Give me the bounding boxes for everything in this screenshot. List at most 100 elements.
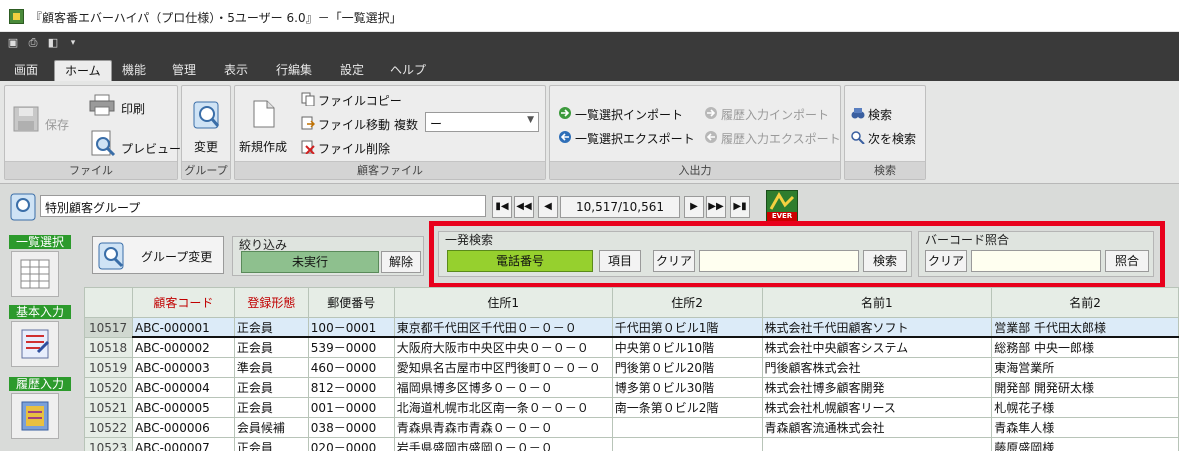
column-header[interactable]: 郵便番号 xyxy=(307,287,395,318)
cell[interactable]: 812－0000 xyxy=(307,377,395,398)
column-header[interactable]: 住所1 xyxy=(393,287,613,318)
cell[interactable]: 門後顧客株式会社 xyxy=(761,357,993,378)
cell[interactable] xyxy=(611,437,763,451)
cell[interactable]: 大阪府大阪市中央区中央０－０－０ xyxy=(393,337,613,358)
save-button[interactable]: 保存 xyxy=(45,116,69,133)
table-row[interactable]: 10522 ABC-000006 会員候補 038－0000 青森県青森市青森０… xyxy=(84,417,1179,438)
cell[interactable]: 北海道札幌市北区南一条０－０－０ xyxy=(393,397,613,418)
cell[interactable]: 正会員 xyxy=(233,437,309,451)
list-import-button[interactable]: 一覧選択インポート xyxy=(575,106,683,123)
cell[interactable] xyxy=(611,417,763,438)
cell[interactable]: 博多第０ビル30階 xyxy=(611,377,763,398)
prev-record-button[interactable]: ◀ xyxy=(538,196,558,218)
cell[interactable]: 青森顧客流通株式会社 xyxy=(761,417,993,438)
table-row[interactable]: 10518 ABC-000002 正会員 539－0000 大阪府大阪市中央区中… xyxy=(84,337,1179,358)
column-header[interactable]: 顧客コード xyxy=(131,287,235,318)
tab-manage[interactable]: 管理 xyxy=(162,60,206,81)
tab-screen[interactable]: 画面 xyxy=(4,60,48,81)
cell[interactable]: 539－0000 xyxy=(307,337,395,358)
tab-function[interactable]: 機能 xyxy=(112,60,156,81)
column-header[interactable]: 住所2 xyxy=(611,287,763,318)
history-export-button[interactable]: 履歴入力エクスポート xyxy=(721,130,841,147)
cell[interactable]: ABC-000001 xyxy=(131,317,235,338)
cell[interactable]: 100－0001 xyxy=(307,317,395,338)
cell[interactable]: 千代田第０ビル1階 xyxy=(611,317,763,338)
ever-logo-icon[interactable]: EVER xyxy=(766,190,798,222)
cell[interactable]: 正会員 xyxy=(233,397,309,418)
find-next-button[interactable]: 次を検索 xyxy=(868,130,916,147)
column-header[interactable]: 名前1 xyxy=(761,287,993,318)
cell[interactable]: 会員候補 xyxy=(233,417,309,438)
cell[interactable]: 460－0000 xyxy=(307,357,395,378)
cell[interactable]: 正会員 xyxy=(233,317,309,338)
preview-qat-icon[interactable]: ◧ xyxy=(46,36,60,50)
cell[interactable]: 岩手県盛岡市盛岡０－０－０ xyxy=(393,437,613,451)
save-qat-icon[interactable]: ▣ xyxy=(6,36,20,50)
cell[interactable]: 門後第０ビル20階 xyxy=(611,357,763,378)
cell[interactable]: 営業部 千代田太郎様 xyxy=(991,317,1179,338)
cell[interactable]: ABC-000006 xyxy=(131,417,235,438)
history-input-icon[interactable] xyxy=(11,393,59,439)
cell[interactable]: 001－0000 xyxy=(307,397,395,418)
tab-row-edit[interactable]: 行編集 xyxy=(266,60,322,81)
print-button[interactable]: 印刷 xyxy=(121,100,145,117)
filter-clear-button[interactable]: 解除 xyxy=(381,251,421,273)
tab-home[interactable]: ホーム xyxy=(54,60,112,81)
cell[interactable]: 藤原盛岡様 xyxy=(991,437,1179,451)
first-record-button[interactable]: ▮◀ xyxy=(492,196,512,218)
table-row[interactable]: 10523 ABC-000007 正会員 020－0000 岩手県盛岡市盛岡０－… xyxy=(84,437,1179,451)
cell[interactable]: 株式会社中央顧客システム xyxy=(761,337,993,358)
cell[interactable]: ABC-000005 xyxy=(131,397,235,418)
qat-dropdown-icon[interactable]: ▾ xyxy=(66,36,80,50)
cell[interactable]: 株式会社博多顧客開発 xyxy=(761,377,993,398)
cell[interactable]: 038－0000 xyxy=(307,417,395,438)
cell[interactable]: 020－0000 xyxy=(307,437,395,451)
cell[interactable]: 愛知県名古屋市中区門後町０－０－０ xyxy=(393,357,613,378)
cell[interactable]: 総務部 中央一郎様 xyxy=(991,337,1179,358)
cell[interactable]: 中央第０ビル10階 xyxy=(611,337,763,358)
sidebar-item-history-input-label[interactable]: 履歴入力 xyxy=(9,377,71,391)
column-header[interactable]: 登録形態 xyxy=(233,287,309,318)
next-page-button[interactable]: ▶▶ xyxy=(706,196,726,218)
cell[interactable]: 株式会社札幌顧客リース xyxy=(761,397,993,418)
table-row[interactable]: 10521 ABC-000005 正会員 001－0000 北海道札幌市北区南一… xyxy=(84,397,1179,418)
cell[interactable]: 東海営業所 xyxy=(991,357,1179,378)
cell[interactable]: 正会員 xyxy=(233,377,309,398)
history-import-button[interactable]: 履歴入力インポート xyxy=(721,106,829,123)
print-qat-icon[interactable]: ⎙ xyxy=(26,36,40,50)
list-export-button[interactable]: 一覧選択エクスポート xyxy=(575,130,695,147)
file-delete-button[interactable]: ファイル削除 xyxy=(318,140,390,157)
file-move-button[interactable]: ファイル移動 xyxy=(318,116,390,133)
prev-page-button[interactable]: ◀◀ xyxy=(514,196,534,218)
column-header[interactable]: 名前2 xyxy=(991,287,1179,318)
preview-button[interactable]: プレビュー xyxy=(121,140,181,157)
next-record-button[interactable]: ▶ xyxy=(684,196,704,218)
tab-help[interactable]: ヘルプ xyxy=(380,60,436,81)
group-change-panel-button[interactable]: グループ変更 xyxy=(92,236,224,274)
tab-settings[interactable]: 設定 xyxy=(330,60,374,81)
cell[interactable]: ABC-000002 xyxy=(131,337,235,358)
list-select-icon[interactable] xyxy=(11,251,59,297)
cell[interactable]: ABC-000003 xyxy=(131,357,235,378)
cell[interactable]: ABC-000007 xyxy=(131,437,235,451)
find-button[interactable]: 検索 xyxy=(868,106,892,123)
cell[interactable]: 株式会社千代田顧客ソフト xyxy=(761,317,993,338)
cell[interactable]: 札幌花子様 xyxy=(991,397,1179,418)
group-change-button[interactable]: 変更 xyxy=(194,138,218,155)
tab-view[interactable]: 表示 xyxy=(214,60,258,81)
last-record-button[interactable]: ▶▮ xyxy=(730,196,750,218)
multiple-select[interactable]: ー ▼ xyxy=(425,112,539,132)
cell[interactable] xyxy=(761,437,993,451)
table-row[interactable]: 10520 ABC-000004 正会員 812－0000 福岡県博多区博多０－… xyxy=(84,377,1179,398)
table-row[interactable]: 10517 ABC-000001 正会員 100－0001 東京都千代田区千代田… xyxy=(84,317,1179,338)
sidebar-item-list-select-label[interactable]: 一覧選択 xyxy=(9,235,71,249)
new-file-button[interactable]: 新規作成 xyxy=(239,138,287,155)
cell[interactable]: 準会員 xyxy=(233,357,309,378)
cell[interactable]: 開発部 開発研太様 xyxy=(991,377,1179,398)
file-copy-button[interactable]: ファイルコピー xyxy=(318,92,402,109)
cell[interactable]: 青森県青森市青森０－０－０ xyxy=(393,417,613,438)
cell[interactable]: 正会員 xyxy=(233,337,309,358)
cell[interactable]: 東京都千代田区千代田０－０－０ xyxy=(393,317,613,338)
cell[interactable]: 福岡県博多区博多０－０－０ xyxy=(393,377,613,398)
sidebar-item-basic-input-label[interactable]: 基本入力 xyxy=(9,305,71,319)
